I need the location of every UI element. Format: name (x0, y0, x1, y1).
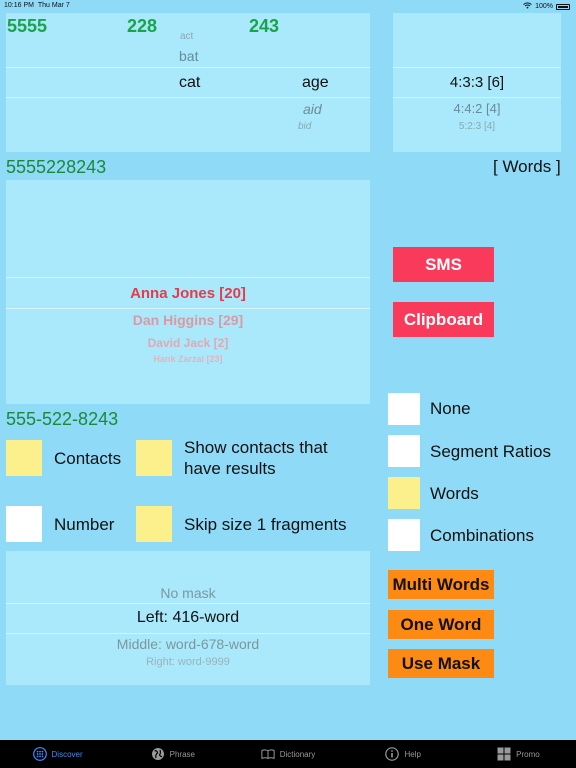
battery-percent: 100% (535, 3, 553, 10)
phone-number: 5555228243 (6, 157, 107, 177)
word-option[interactable]: aid (303, 101, 322, 117)
mode-combinations-checkbox[interactable] (388, 519, 420, 551)
multi-words-button[interactable]: Multi Words (388, 570, 494, 599)
tab-label: Promo (516, 749, 540, 759)
ratio-option[interactable]: 5:2:3 [4] (393, 121, 561, 132)
mode-segment-ratios-checkbox[interactable] (388, 435, 420, 467)
word-option[interactable]: act (180, 31, 193, 42)
mode-segment-ratios-label: Segment Ratios (430, 442, 551, 461)
word-option[interactable]: bid (298, 121, 311, 132)
grid-icon (32, 747, 47, 761)
ratio-picker-panel[interactable]: 4:3:3 [6] 4:4:2 [4] 5:2:3 [4] (393, 13, 561, 152)
contact-option[interactable]: David Jack [2] (6, 336, 370, 350)
battery-icon (556, 3, 570, 10)
tab-discover[interactable]: Discover (0, 740, 115, 768)
segment-2: 228 (127, 16, 158, 36)
mode-words-checkbox[interactable] (388, 477, 420, 509)
clipboard-button[interactable]: Clipboard (393, 302, 494, 337)
segment-1: 5555 (7, 16, 48, 36)
mode-combinations-label: Combinations (430, 526, 534, 545)
tab-dictionary[interactable]: Dictionary (230, 740, 345, 768)
tab-phrase[interactable]: Phrase (115, 740, 230, 768)
tab-help[interactable]: Help (346, 740, 461, 768)
contacts-label: Contacts (54, 449, 122, 468)
ratio-option[interactable]: 4:4:2 [4] (393, 101, 561, 116)
mask-option[interactable]: No mask (6, 585, 370, 601)
word-selected[interactable]: cat (179, 74, 200, 92)
contact-option[interactable]: Dan Higgins [29] (6, 312, 370, 328)
wifi-icon (523, 2, 532, 11)
ratio-selected[interactable]: 4:3:3 [6] (393, 74, 561, 91)
mode-words-label: Words (430, 484, 479, 503)
contacts-picker-panel[interactable]: Anna Jones [20] Dan Higgins [29] David J… (6, 180, 370, 404)
word-selected[interactable]: age (302, 74, 329, 92)
info-icon (385, 747, 400, 761)
word-option[interactable]: bat (179, 48, 198, 64)
mask-picker-panel[interactable]: No mask Left: 416-word Middle: word-678-… (6, 551, 370, 685)
contact-selected[interactable]: Anna Jones [20] (6, 285, 370, 302)
mode-none-checkbox[interactable] (388, 393, 420, 425)
status-time: 10:16 PM Thu Mar 7 (4, 2, 70, 9)
tab-label: Discover (51, 749, 83, 759)
mask-option[interactable]: Right: word-9999 (6, 656, 370, 668)
sms-button[interactable]: SMS (393, 247, 494, 282)
tab-promo[interactable]: Promo (461, 740, 576, 768)
contact-option[interactable]: Hank Zarzai [23] (6, 354, 370, 364)
show-contacts-checkbox[interactable] (136, 440, 172, 476)
word-picker-panel[interactable]: 5555 228 243 act bat cat age aid bid (6, 13, 370, 152)
show-contacts-label: Show contacts that have results (184, 438, 328, 478)
status-bar: 10:16 PM Thu Mar 7 100% (0, 0, 576, 12)
segment-3: 243 (249, 16, 280, 36)
skip-size-label: Skip size 1 fragments (184, 515, 347, 534)
status-right: 100% (523, 2, 570, 11)
tab-label: Phrase (169, 749, 195, 759)
contacts-checkbox[interactable] (6, 440, 42, 476)
number-label: Number (54, 515, 115, 534)
formatted-phone-number: 555-522-8243 (6, 409, 119, 429)
promo-grid-icon (497, 747, 511, 761)
tab-label: Dictionary (279, 749, 316, 759)
mode-none-label: None (430, 399, 471, 418)
mask-option[interactable]: Middle: word-678-word (6, 636, 370, 652)
globe-icon (151, 747, 165, 761)
mask-selected[interactable]: Left: 416-word (6, 609, 370, 627)
use-mask-button[interactable]: Use Mask (388, 649, 494, 678)
one-word-button[interactable]: One Word (388, 610, 494, 639)
number-checkbox[interactable] (6, 506, 42, 542)
skip-size-checkbox[interactable] (136, 506, 172, 542)
book-icon (261, 747, 275, 761)
tab-bar: Discover Phrase Dictionary Help Promo (0, 740, 576, 768)
words-link[interactable]: [ Words ] (493, 157, 561, 177)
tab-label: Help (404, 749, 421, 759)
